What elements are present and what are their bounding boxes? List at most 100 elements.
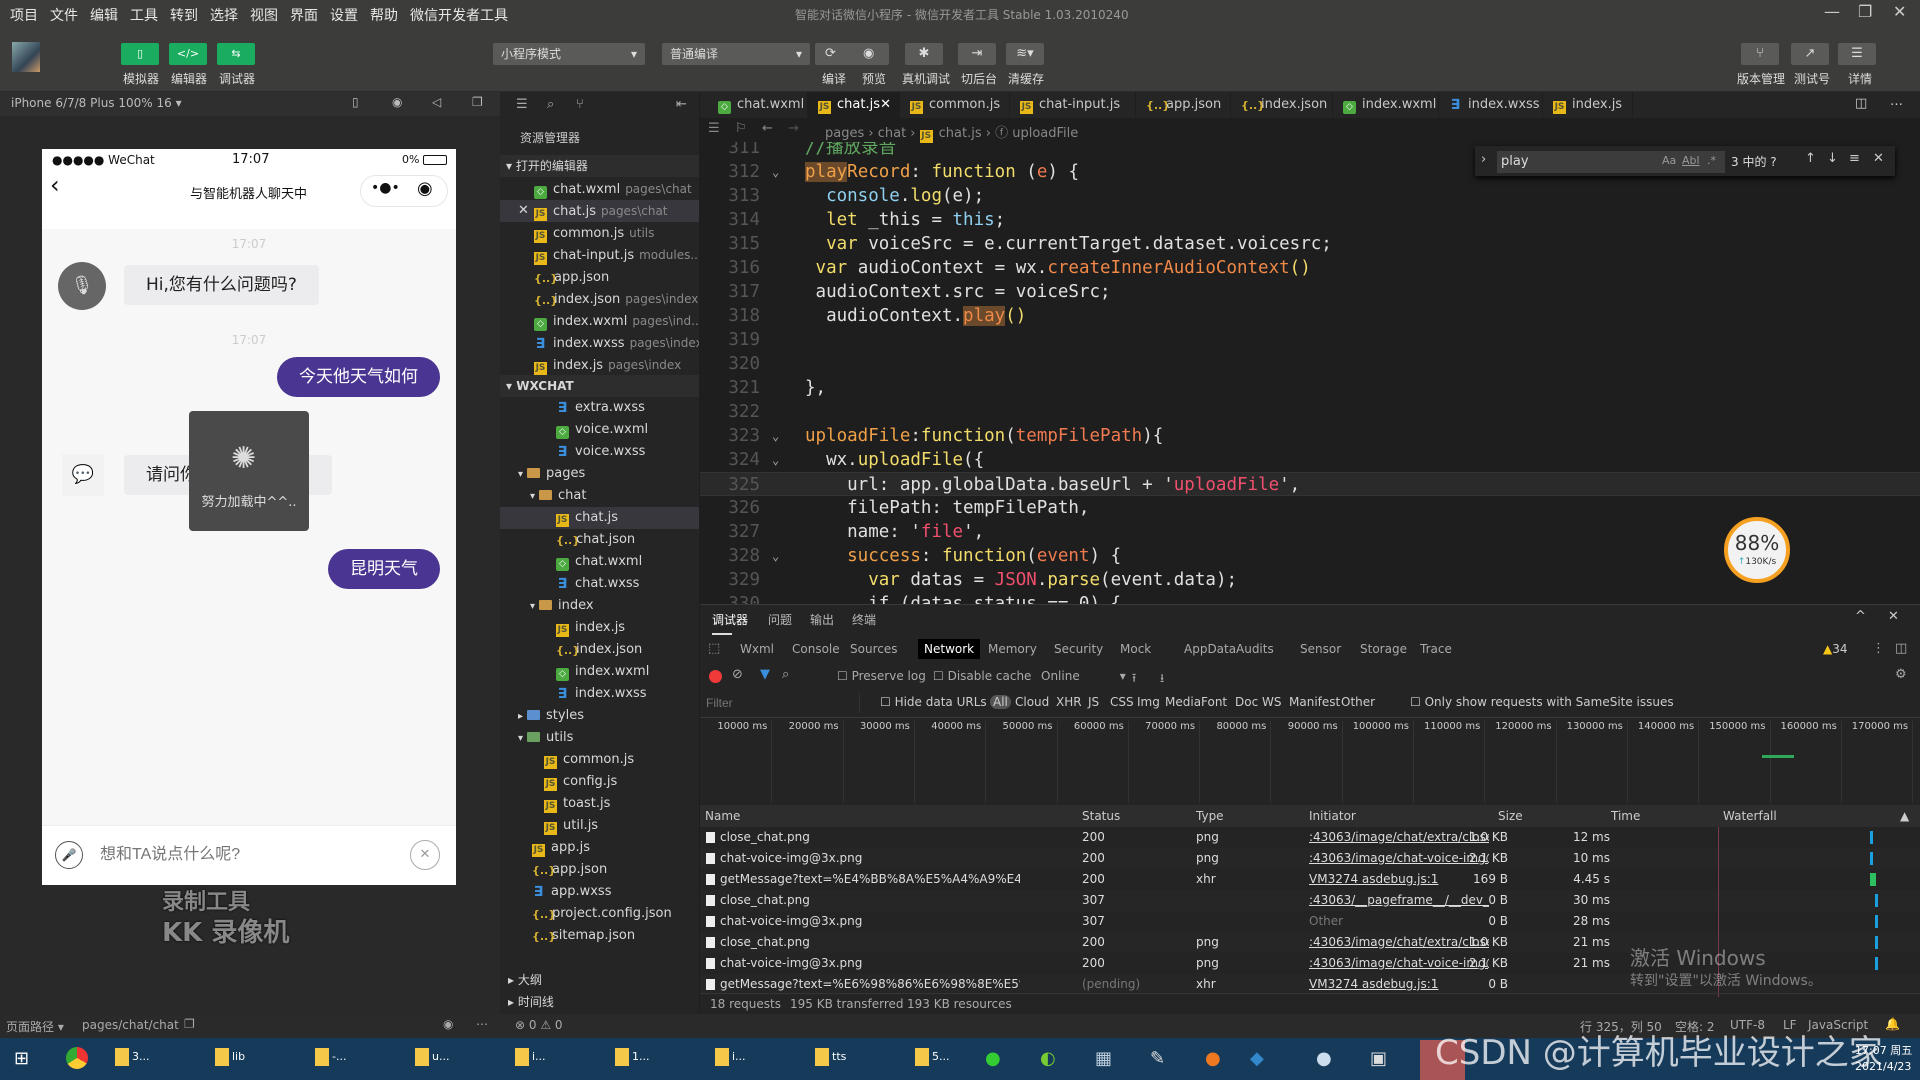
menu-item[interactable]: 界面	[290, 5, 318, 25]
request-row[interactable]: close_chat.png 200 png:43063/image/chat/ex…	[700, 827, 1920, 848]
close-icon[interactable]: ✕	[410, 840, 440, 870]
taskbar-folder-item[interactable]: i...	[715, 1048, 775, 1070]
column-header[interactable]: Size	[1498, 805, 1523, 827]
page-path-select[interactable]: 页面路径 ▾	[6, 1018, 64, 1035]
devtools-tab[interactable]: Trace	[1414, 639, 1458, 659]
tree-file[interactable]: {..}project.config.json	[500, 903, 699, 925]
devtools-tab[interactable]: Memory	[982, 639, 1043, 659]
crumb-pages[interactable]: pages	[825, 126, 864, 141]
open-editor-item[interactable]: ◇ chat.wxml pages\chat	[500, 178, 699, 200]
search-icon[interactable]: ⌕	[547, 97, 554, 112]
device-select[interactable]: iPhone 6/7/8 Plus 100% 16 ▾	[11, 96, 182, 110]
devtools-top-tab[interactable]: 终端	[852, 611, 876, 628]
fold-chevron-icon[interactable]: ⌄	[772, 424, 779, 448]
menu-item[interactable]: 转到	[170, 5, 198, 25]
forward-icon[interactable]: →	[788, 121, 799, 136]
fold-chevron-icon[interactable]: ⌄	[772, 448, 779, 472]
open-editors-header[interactable]: ▾ 打开的编辑器	[500, 155, 699, 177]
back-icon[interactable]: ←	[762, 121, 773, 136]
disable-cache-checkbox[interactable]: ☐ Disable cache	[933, 669, 1031, 683]
tree-file[interactable]: ◇ chat.wxml	[500, 551, 699, 573]
open-editor-item[interactable]: ◇ index.wxml pages\ind...	[500, 310, 699, 332]
close-find-icon[interactable]: ✕	[1873, 151, 1884, 166]
next-match-icon[interactable]: ↓	[1827, 151, 1838, 166]
sort-icon[interactable]: ▲	[1900, 805, 1909, 827]
menu-item[interactable]: 项目	[10, 5, 38, 25]
taskbar-folder-item[interactable]: -...	[315, 1048, 375, 1070]
tree-file[interactable]: {..}app.json	[500, 859, 699, 881]
menu-item[interactable]: 选择	[210, 5, 238, 25]
close-panel-icon[interactable]: ✕	[1888, 609, 1899, 624]
tree-file[interactable]: {..}chat.json	[500, 529, 699, 551]
back-icon[interactable]: ‹	[50, 171, 60, 199]
tree-file[interactable]: ∃ app.wxss	[500, 881, 699, 903]
regex-icon[interactable]: .*	[1707, 154, 1716, 167]
pen-icon[interactable]: ✎	[1150, 1048, 1165, 1069]
taskbar-folder-item[interactable]: i...	[515, 1048, 575, 1070]
chevron-right-icon[interactable]: ›	[1481, 152, 1486, 167]
request-row[interactable]: chat-voice-img@3x.png 200 png:43063/image/…	[700, 848, 1920, 869]
editor-tab[interactable]: JS common.js	[900, 92, 1010, 118]
menu-item[interactable]: 设置	[330, 5, 358, 25]
editor-tab[interactable]: JS chat.js ✕	[808, 92, 900, 118]
tree-file[interactable]: JS config.js	[500, 771, 699, 793]
request-row[interactable]: close_chat.png 307:43063/__pageframe__/__…	[700, 890, 1920, 911]
explorer-menu-icon[interactable]: ☰	[516, 97, 528, 112]
tree-file[interactable]: JS util.js	[500, 815, 699, 837]
voice-input-icon[interactable]: 🎤	[55, 841, 83, 869]
copy-icon[interactable]: ❐	[184, 1017, 195, 1031]
wechat-icon[interactable]: ●	[985, 1048, 1001, 1069]
details-button[interactable]: ☰	[1838, 43, 1876, 65]
project-header[interactable]: ▾ WXCHAT	[500, 375, 699, 397]
tree-file[interactable]: JS index.js	[500, 617, 699, 639]
timeline-section[interactable]: ▸ 时间线	[500, 991, 699, 1013]
filter-input[interactable]	[702, 693, 860, 713]
window-icon[interactable]: ❐	[472, 95, 483, 109]
import-icon[interactable]: ⭱	[1132, 669, 1136, 690]
devtools-tab[interactable]: Network	[918, 639, 981, 659]
fold-chevron-icon[interactable]: ⌄	[772, 544, 779, 568]
open-editor-item[interactable]: {..}app.json	[500, 266, 699, 288]
test-account-button[interactable]: ↗	[1791, 43, 1829, 65]
tree-file[interactable]: JS app.js	[500, 837, 699, 859]
taskbar-folder-item[interactable]: 5...	[915, 1048, 975, 1070]
crumb-symbol[interactable]: uploadFile	[1012, 126, 1078, 141]
tree-file[interactable]: ∃ chat.wxss	[500, 573, 699, 595]
tree-file[interactable]: JS toast.js	[500, 793, 699, 815]
split-editor-icon[interactable]: ◫	[1855, 96, 1867, 111]
close-mini-icon[interactable]: ◉	[417, 178, 433, 199]
devtools-top-tab[interactable]: 问题	[768, 611, 792, 628]
close-icon[interactable]: ✕	[518, 200, 529, 222]
export-icon[interactable]: ⭳	[1160, 669, 1164, 690]
menu-item[interactable]: 视图	[250, 5, 278, 25]
volume-icon[interactable]: ◁	[432, 95, 441, 109]
compile-mode-select[interactable]: 普通编译 ▾	[662, 43, 810, 65]
editor-tab[interactable]: ∃ index.wxss	[1439, 92, 1543, 118]
background-button[interactable]: ⇥	[958, 43, 996, 65]
maximize-button[interactable]: ❐	[1858, 2, 1872, 21]
open-editor-item[interactable]: ∃ index.wxss pages\index	[500, 332, 699, 354]
vscode-icon[interactable]: ◆	[1250, 1048, 1264, 1069]
type-filter[interactable]: WS	[1262, 695, 1281, 709]
tree-file[interactable]: {..}sitemap.json	[500, 925, 699, 947]
message-input[interactable]	[100, 840, 350, 870]
more-icon[interactable]: ⋯	[476, 1017, 488, 1031]
editor-tab[interactable]: {..}index.json	[1231, 92, 1333, 118]
column-header[interactable]: Initiator	[1309, 805, 1356, 827]
type-filter[interactable]: Other	[1341, 695, 1375, 709]
taskbar-folder-item[interactable]: 1...	[615, 1048, 675, 1070]
open-editor-item[interactable]: ✕ JS chat.js pages\chat	[500, 200, 699, 222]
tree-file[interactable]: JS chat.js	[500, 507, 699, 529]
devtools-tab[interactable]: Audits	[1230, 639, 1280, 659]
more-icon[interactable]: •●•	[371, 180, 400, 196]
whole-word-icon[interactable]: Abl	[1682, 154, 1700, 167]
record-icon[interactable]: ◉	[392, 95, 402, 109]
record-button[interactable]	[709, 670, 722, 683]
find-in-selection-icon[interactable]: ≡	[1849, 151, 1860, 166]
avatar[interactable]	[12, 42, 40, 72]
open-editor-item[interactable]: JS index.js pages\index	[500, 354, 699, 376]
type-filter[interactable]: CSS	[1110, 695, 1134, 709]
mode-select[interactable]: 小程序模式 ▾	[493, 43, 645, 65]
tree-file[interactable]: ◇ index.wxml	[500, 661, 699, 683]
find-input[interactable]: play Aa Abl .*	[1497, 151, 1725, 173]
